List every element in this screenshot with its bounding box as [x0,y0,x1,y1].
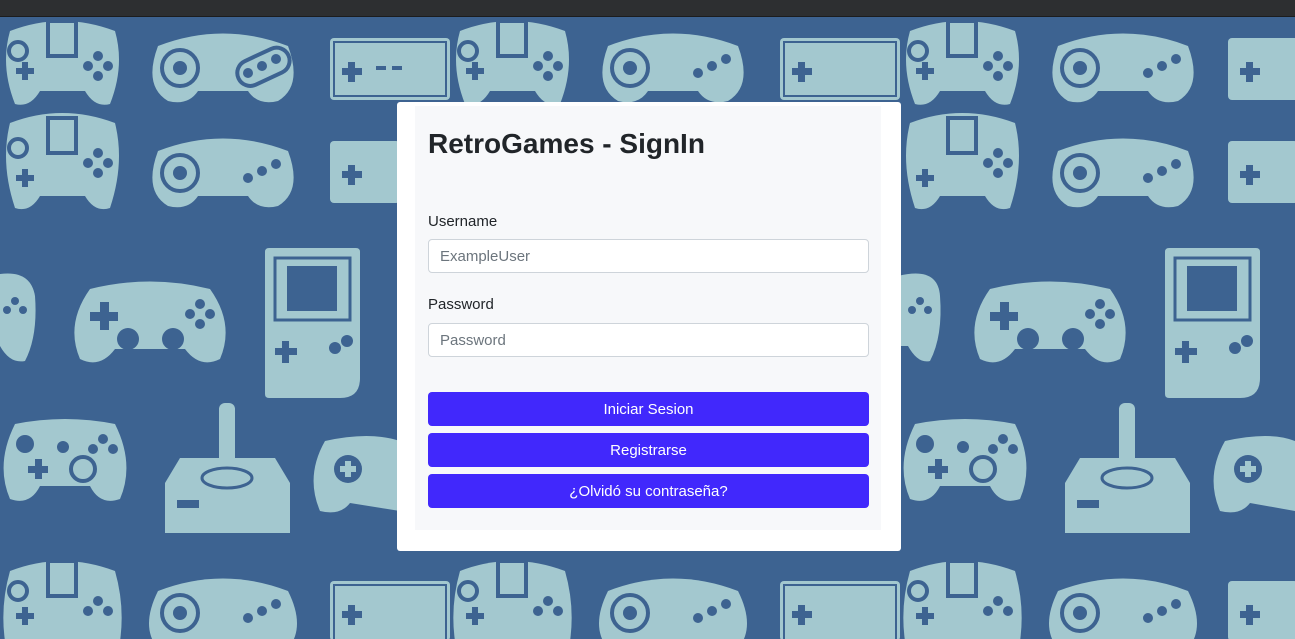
gamepad-icon [906,19,1019,105]
login-card: RetroGames - SignIn Username Password In… [397,102,901,551]
gamepad-icon [3,419,127,501]
password-label: Password [428,296,494,313]
gamepad-icon [1213,436,1295,513]
joystick-icon [1065,403,1190,533]
gameboy-icon [1165,248,1260,398]
nes-controller-icon [330,581,450,639]
sega-controller-icon [152,138,294,208]
forgot-password-button[interactable]: ¿Olvidó su contraseña? [428,474,869,508]
gamepad-icon [974,281,1126,363]
gamepad-icon [74,281,226,363]
nes-controller-icon [1228,581,1295,639]
nes-controller-icon [1228,141,1295,203]
gamepad-icon [453,559,572,639]
page-title: RetroGames - SignIn [428,128,705,159]
register-button[interactable]: Registrarse [428,433,869,467]
gamepad-icon [3,559,122,639]
signin-button[interactable]: Iniciar Sesion [428,392,869,426]
login-form: RetroGames - SignIn Username Password In… [415,106,881,530]
nes-controller-icon [330,38,450,100]
nes-controller-icon [330,141,400,203]
nes-controller-icon [1228,38,1295,100]
browser-top-bar [0,0,1295,17]
gamepad-icon [903,419,1027,501]
sega-controller-icon [599,578,747,639]
gamepad-icon [0,273,36,362]
sega-controller-icon [1052,33,1194,103]
gamepad-icon [6,113,119,210]
sega-controller-icon [602,33,744,103]
nes-controller-icon [780,38,900,100]
username-label: Username [428,213,498,230]
nes-controller-icon [780,581,900,639]
gamepad-icon [313,436,400,513]
sega-controller-icon [149,578,297,639]
gamepad-icon [6,19,119,105]
gamepad-icon [456,19,569,105]
sega-controller-icon [1049,578,1197,639]
joystick-icon [165,403,290,533]
gamepad-icon [906,113,1019,210]
gamepad-icon [903,559,1022,639]
password-input[interactable] [428,323,869,357]
sega-controller-icon [1052,138,1194,208]
username-input[interactable] [428,239,869,273]
gamepad-icon [898,273,941,362]
gameboy-icon [265,248,360,398]
sega-controller-icon [152,33,294,103]
